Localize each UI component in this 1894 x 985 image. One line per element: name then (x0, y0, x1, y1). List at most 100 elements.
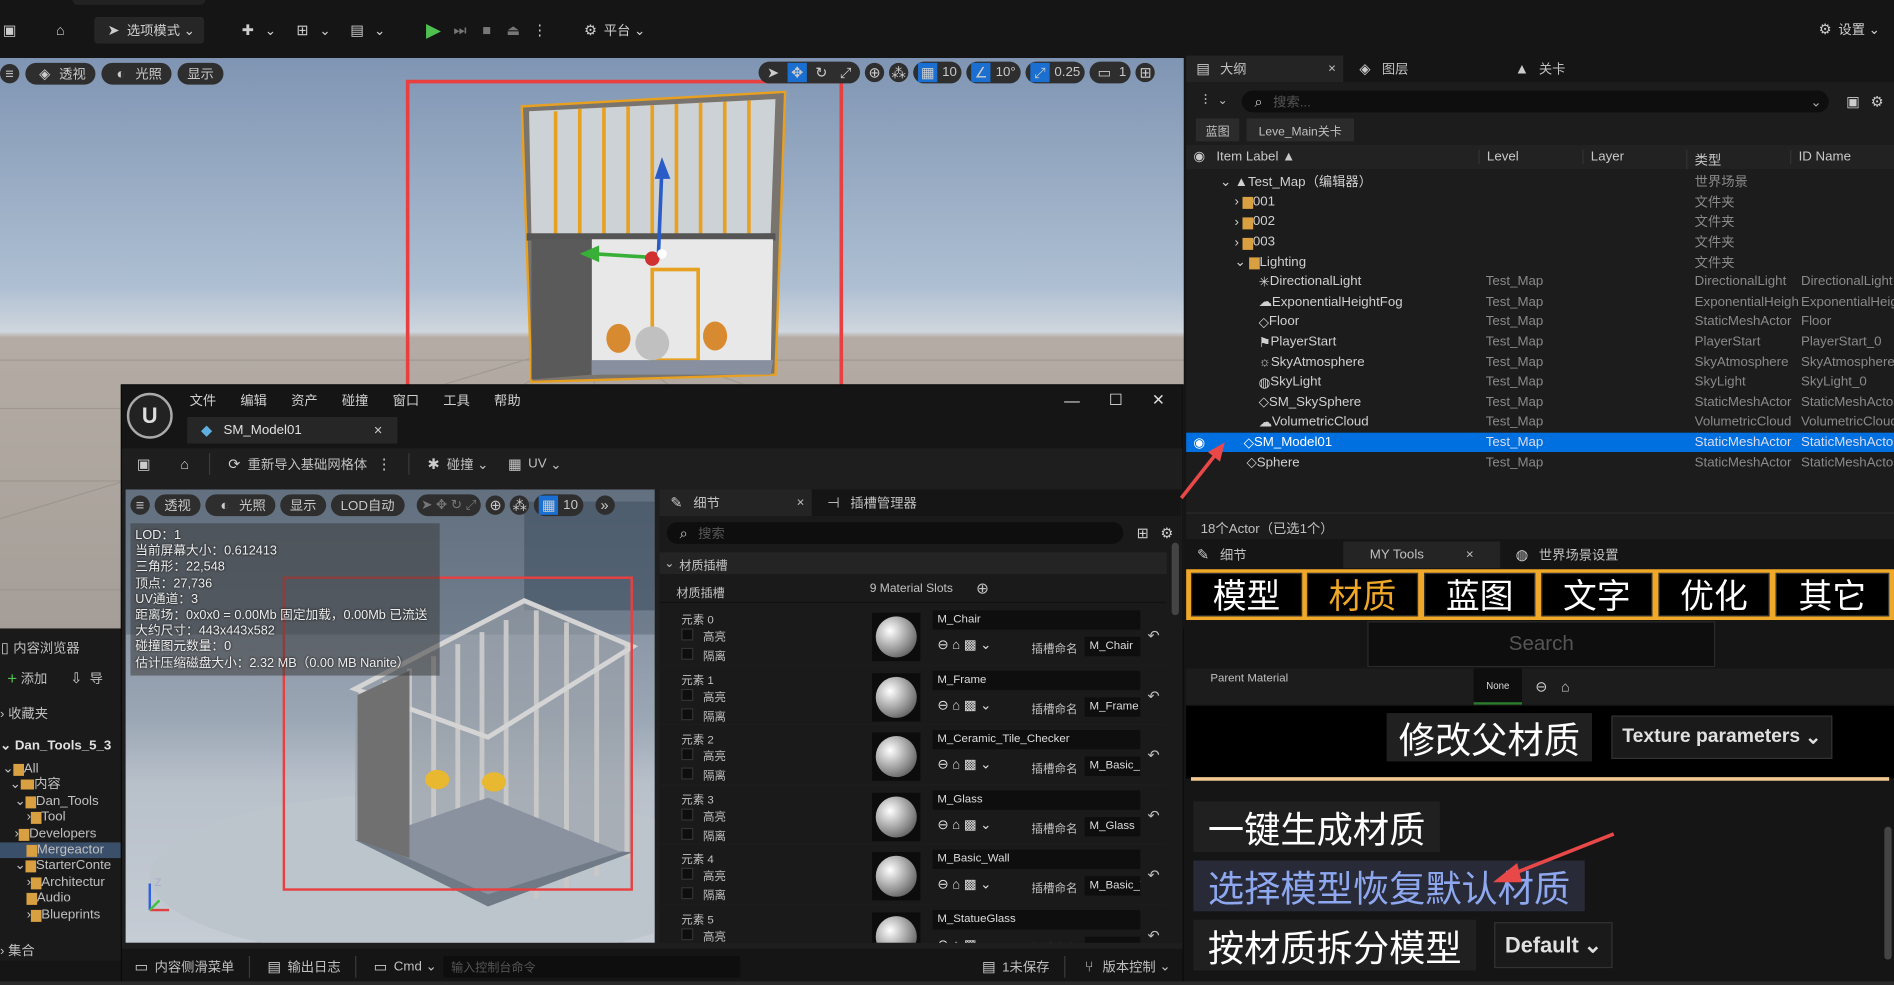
col-level[interactable]: Level (1478, 149, 1519, 165)
slot-action-icons[interactable]: ⊖ ⌂ ▩ ⌄ (937, 876, 991, 892)
reset-icon[interactable]: ↶ (1148, 807, 1160, 824)
add-button[interactable]: + 添加 (7, 668, 47, 687)
uv-dropdown[interactable]: ▦ UV ⌄ (505, 454, 561, 473)
menu-edit[interactable]: 编辑 (240, 390, 267, 409)
details-scrollbar[interactable] (1171, 542, 1179, 616)
highlight-checkbox[interactable] (681, 748, 694, 761)
isolate-checkbox[interactable] (681, 887, 694, 900)
snap-icon[interactable]: ⁂ (510, 495, 530, 515)
highlight-checkbox[interactable] (681, 867, 694, 880)
menu-help[interactable]: 帮助 (494, 390, 521, 409)
highlight-checkbox[interactable] (681, 628, 694, 641)
outliner-row[interactable]: ⚑ PlayerStart Test_Map PlayerStart PlayerSt… (1186, 332, 1894, 352)
outliner-row[interactable]: ☁ VolumetricCloud Test_Map VolumetricCloud… (1186, 412, 1894, 432)
asset-tab[interactable]: ◆ SM_Model01 × (187, 416, 398, 444)
mesh-show-button[interactable]: 显示 (280, 494, 327, 517)
outliner-search-input[interactable]: ⌕ 搜索... ⌄ (1241, 90, 1829, 113)
snap-surface-icon[interactable]: ⁂ (889, 62, 909, 83)
slot-name-field[interactable]: M_Frame (1084, 696, 1141, 717)
material-slots-section[interactable]: ⌄ 材质插槽 (659, 552, 1167, 575)
close-tab-icon[interactable]: × (1328, 62, 1336, 77)
material-name-field[interactable]: M_Basic_Wall (932, 849, 1141, 869)
slot-name-field[interactable] (1084, 936, 1141, 943)
material-name-field[interactable]: M_Ceramic_Tile_Checker (932, 729, 1141, 750)
material-thumbnail[interactable] (872, 852, 921, 901)
expand-icon[interactable]: » (594, 495, 615, 515)
filter-button[interactable]: ⫶ ⌄ (1196, 91, 1228, 110)
viewport-menu-icon[interactable]: ≡ (130, 495, 150, 515)
outliner-row[interactable]: ☼ SkyAtmosphere Test_Map SkyAtmosphere SkyA… (1186, 352, 1894, 372)
reset-icon[interactable]: ↶ (1148, 867, 1160, 884)
slot-action-icons[interactable]: ⊖ ⌂ ▩ ⌄ (937, 637, 991, 653)
maximize-icon[interactable]: ☐ (1109, 390, 1123, 409)
tree-root[interactable]: ⌄ ▲ Test_Map（编辑器） 世界场景 (1186, 172, 1894, 192)
slot-action-icons[interactable]: ⊖ ⌂ ▩ ⌄ (937, 816, 991, 833)
outliner-row[interactable]: ◇ Sphere Test_Map StaticMeshActor StaticMes… (1186, 452, 1894, 472)
outliner-row-selected[interactable]: ◉ ◇ SM_Model01 Test_Map StaticMeshActor Stat… (1186, 432, 1894, 453)
material-thumbnail[interactable] (872, 792, 921, 841)
close-window-icon[interactable]: ✕ (1152, 390, 1165, 409)
tree-item[interactable]: ›▆Tool (0, 810, 121, 826)
menu-tools[interactable]: 工具 (443, 390, 470, 409)
save-icon[interactable]: ▣ (134, 454, 153, 473)
outliner-row[interactable]: ◇ Floor Test_Map StaticMeshActor Floor (1186, 312, 1894, 332)
col-item-label[interactable]: Item Label ▲ (1216, 150, 1295, 165)
transform-tools[interactable]: ➤ ✥ ↻ ⤢ (758, 61, 861, 84)
tree-item[interactable]: ›▆Architectur (0, 875, 121, 891)
details-tab[interactable]: ✎ 细节 × (659, 489, 812, 517)
collision-dropdown[interactable]: ✱ 碰撞 ⌄ (424, 454, 489, 473)
world-settings-tab[interactable]: ◍ 世界场景设置 (1500, 545, 1630, 564)
levels-tab[interactable]: ▲ 关卡 (1500, 59, 1577, 78)
tree-item[interactable]: ›▆Developers (0, 826, 121, 842)
split-by-material-button[interactable]: 按材质拆分模型 (1193, 919, 1477, 971)
mode-dropdown[interactable]: ➤ 选项模式 ⌄ (94, 16, 205, 44)
tree-item[interactable]: ›▆Blueprints (0, 907, 121, 923)
unsaved-button[interactable]: ▤ 1未保存 (979, 957, 1049, 976)
tree-item[interactable]: ⌄▆All (0, 761, 121, 777)
outliner-row[interactable]: › ▆ 002 文件夹 (1186, 212, 1894, 232)
mesh-viewport[interactable]: LOD：1 当前屏幕大小：0.612413 三角形：22,548 顶点：27,7… (125, 489, 655, 943)
highlight-checkbox[interactable] (681, 688, 694, 701)
tree-item[interactable]: ▆Audio (0, 891, 121, 907)
outliner-row[interactable]: ◍ SkyLight Test_Map SkyLight SkyLight_0 (1186, 372, 1894, 392)
browse-icon[interactable]: ⌂ (1556, 677, 1575, 696)
reset-icon[interactable]: ↶ (1148, 627, 1160, 644)
scale-icon[interactable]: ⤢ (836, 63, 855, 82)
close-tab-icon[interactable]: × (797, 496, 805, 511)
layout-icon[interactable]: ⊞ (1135, 62, 1156, 83)
menu-asset[interactable]: 资产 (291, 390, 318, 409)
outliner-row[interactable]: ◇ SM_SkySphere Test_Map StaticMeshActor Sta… (1186, 392, 1894, 412)
lit-button[interactable]: ◐ 光照 (101, 62, 172, 85)
my-tools-tab[interactable]: MY Tools × (1343, 541, 1501, 569)
material-name-field[interactable]: M_Chair (932, 610, 1141, 630)
material-name-field[interactable]: M_Frame (932, 670, 1141, 690)
socket-manager-tab[interactable]: ⊣ 插槽管理器 (812, 493, 929, 512)
world-icon[interactable]: ⊕ (864, 62, 885, 83)
isolate-checkbox[interactable] (681, 707, 694, 720)
add-slot-icon[interactable]: ⊕ (976, 579, 989, 598)
cat-material-button[interactable]: 材质 (1306, 572, 1419, 617)
material-thumbnail[interactable] (872, 672, 921, 721)
save-icon[interactable]: ▣ (0, 21, 19, 40)
tools-scrollbar[interactable] (1884, 826, 1892, 960)
tree-item[interactable]: ⌄▆StarterConte (0, 859, 121, 875)
outliner-tab[interactable]: ▤ 大纲 × (1186, 55, 1344, 83)
use-selected-icon[interactable]: ⊖ (1532, 677, 1551, 696)
slot-name-field[interactable]: M_Glass (1084, 816, 1141, 836)
cmd-dropdown[interactable]: ▭ Cmd ⌄ (371, 957, 437, 976)
rotate-icon[interactable]: ↻ (812, 63, 831, 82)
close-tab-icon[interactable]: × (1466, 547, 1474, 562)
map-tab[interactable] (72, 0, 206, 5)
material-thumbnail[interactable] (872, 612, 921, 662)
menu-file[interactable]: 文件 (190, 390, 217, 409)
outliner-row[interactable]: ☁ ExponentialHeightFog Test_Map Exponentia… (1186, 292, 1894, 312)
slot-name-field[interactable]: M_Chair (1084, 636, 1141, 657)
material-name-field[interactable]: M_StatueGlass (932, 909, 1141, 929)
import-button[interactable]: ⇩ 导 (67, 668, 103, 687)
col-type[interactable]: 类型 (1686, 149, 1721, 170)
cat-blueprint-button[interactable]: 蓝图 (1424, 572, 1536, 617)
cinematics-icon[interactable]: ▤ (347, 21, 366, 40)
world-icon[interactable]: ⊕ (485, 495, 506, 515)
material-name-field[interactable]: M_Glass (932, 789, 1141, 810)
highlight-checkbox[interactable] (681, 807, 694, 821)
